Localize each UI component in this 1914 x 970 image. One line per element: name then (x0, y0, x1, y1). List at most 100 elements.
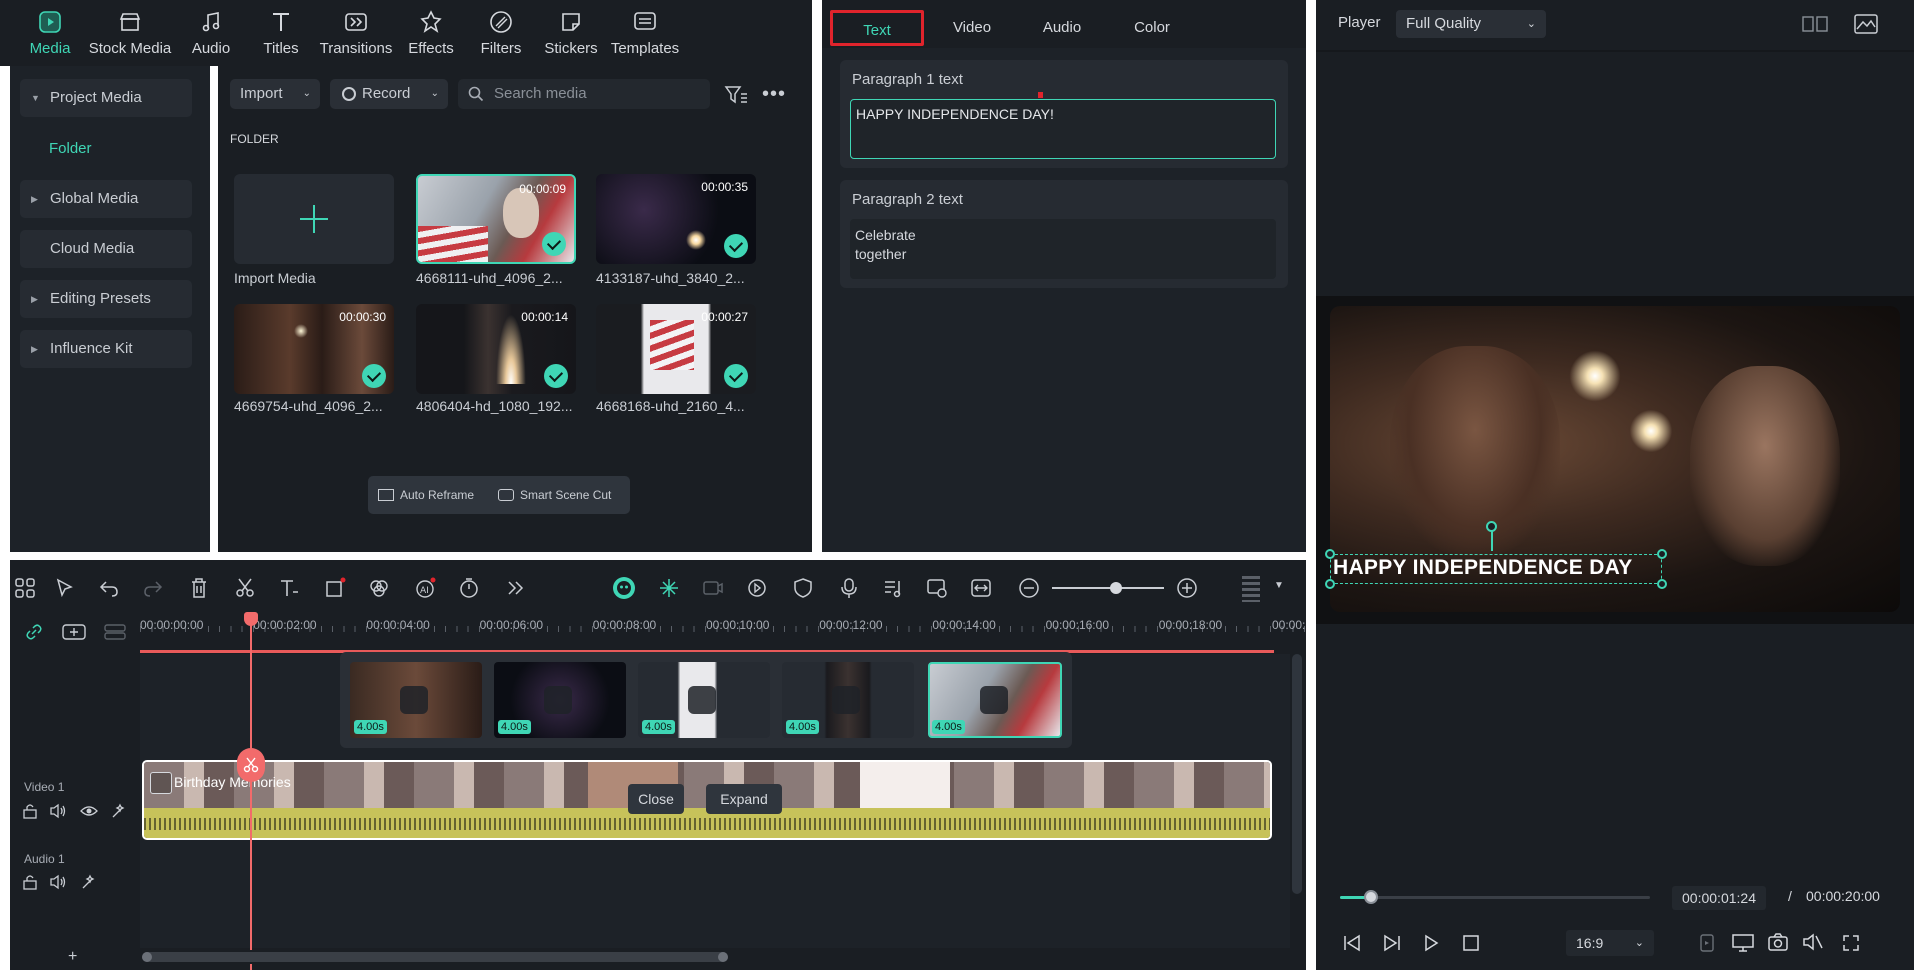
compare-view-icon[interactable] (1802, 14, 1828, 34)
tab-text[interactable]: Text (830, 10, 924, 46)
split-scissors-icon[interactable] (234, 577, 256, 599)
lock-track-icon[interactable] (22, 874, 38, 890)
media-thumbnail[interactable]: 00:00:35 (596, 174, 756, 264)
crop-shape-icon[interactable] (324, 577, 346, 599)
media-thumbnail[interactable]: 00:00:14 (416, 304, 576, 394)
delete-icon[interactable] (188, 577, 210, 599)
split-scissors-marker[interactable] (237, 748, 265, 782)
vertical-scrollbar[interactable] (1292, 654, 1302, 894)
auto-reframe-button[interactable]: Auto Reframe (378, 476, 474, 514)
playback-progress-track[interactable] (1340, 890, 1650, 904)
chevron-down-icon[interactable]: ▼ (1274, 580, 1284, 591)
media-thumbnail[interactable]: 00:00:30 (234, 304, 394, 394)
add-track-button[interactable]: + (68, 948, 77, 966)
preview-canvas[interactable]: HAPPY INDEPENDENCE DAY (1316, 296, 1914, 624)
sidebar-folder[interactable]: Folder (49, 140, 92, 157)
resize-handle[interactable] (1325, 579, 1335, 589)
resize-handle[interactable] (1657, 579, 1667, 589)
link-icon[interactable] (24, 622, 44, 642)
expand-button[interactable]: Expand (706, 784, 782, 814)
play-icon[interactable] (1422, 934, 1440, 952)
track-volume-icon[interactable] (50, 874, 66, 890)
search-media-box[interactable]: Search media (458, 79, 710, 109)
edit-pencil-icon[interactable] (980, 686, 1008, 714)
nav-audio[interactable]: Audio (176, 6, 246, 62)
layout-grid-icon[interactable] (14, 577, 36, 599)
popup-clip[interactable]: 4.00s (638, 662, 770, 738)
previous-frame-icon[interactable] (1342, 934, 1362, 952)
edit-pencil-icon[interactable] (832, 686, 860, 714)
resize-handle[interactable] (1657, 549, 1667, 559)
edit-pencil-icon[interactable] (400, 686, 428, 714)
track-manager-icon[interactable] (104, 624, 126, 640)
lock-track-icon[interactable] (22, 803, 38, 819)
render-preview-icon[interactable] (926, 577, 948, 599)
add-track-icon[interactable] (62, 624, 86, 640)
nav-media[interactable]: Media (8, 6, 92, 62)
redo-icon[interactable] (142, 577, 164, 599)
fullscreen-icon[interactable] (1842, 934, 1860, 952)
nav-filters[interactable]: Filters (468, 6, 534, 62)
fit-timeline-icon[interactable] (970, 577, 992, 599)
zoom-slider-knob[interactable] (1110, 582, 1122, 594)
sidebar-influence-kit[interactable]: ▶ Influence Kit (20, 330, 192, 368)
media-thumbnail[interactable]: 00:00:09 (416, 174, 576, 264)
nav-stock-media[interactable]: Stock Media (88, 6, 172, 62)
text-tool-icon[interactable] (278, 577, 300, 599)
microphone-icon[interactable] (838, 577, 860, 599)
magnetic-snap-icon[interactable] (658, 577, 680, 599)
search-input[interactable]: Search media (494, 85, 587, 102)
horizontal-scrollbar-thumb[interactable] (142, 952, 728, 962)
track-magic-icon[interactable] (110, 803, 126, 819)
safe-zone-icon[interactable] (1698, 934, 1716, 952)
zoom-slider-track[interactable] (1052, 587, 1164, 589)
next-frame-icon[interactable] (1382, 934, 1402, 952)
track-visibility-eye-icon[interactable] (80, 803, 98, 819)
close-button[interactable]: Close (628, 784, 684, 814)
zoom-out-icon[interactable] (1018, 577, 1040, 599)
sidebar-global-media[interactable]: ▶ Global Media (20, 180, 192, 218)
import-button[interactable]: Import ⌄ (230, 79, 320, 109)
popup-clip[interactable]: 4.00s (494, 662, 626, 738)
color-blend-icon[interactable] (368, 577, 390, 599)
tab-color[interactable]: Color (1112, 10, 1192, 46)
quality-select[interactable]: Full Quality ⌄ (1396, 10, 1546, 38)
nav-templates[interactable]: Templates (606, 6, 684, 62)
popup-clip-selected[interactable]: 4.00s (928, 662, 1062, 738)
popup-clip[interactable]: 4.00s (782, 662, 914, 738)
playback-loop-icon[interactable] (746, 577, 768, 599)
filter-sort-icon[interactable] (724, 84, 748, 106)
more-options-icon[interactable]: ••• (762, 83, 786, 106)
tab-video[interactable]: Video (932, 10, 1012, 46)
undo-icon[interactable] (98, 577, 120, 599)
speed-timer-icon[interactable] (458, 577, 480, 599)
display-monitor-icon[interactable] (1732, 934, 1754, 952)
edit-pencil-icon[interactable] (544, 686, 572, 714)
mute-volume-icon[interactable] (1802, 933, 1824, 951)
more-tools-icon[interactable] (504, 577, 526, 599)
import-media-tile[interactable] (234, 174, 394, 264)
current-time[interactable]: 00:00:01:24 (1672, 886, 1766, 910)
layout-settings-icon[interactable] (1242, 576, 1260, 602)
playhead-knob[interactable] (1364, 890, 1378, 904)
sidebar-project-media[interactable]: ▼ Project Media (20, 79, 192, 117)
snapshot-image-icon[interactable] (1854, 13, 1878, 35)
popup-clip[interactable]: 4.00s (350, 662, 482, 738)
nav-stickers[interactable]: Stickers (536, 6, 606, 62)
timeline-playhead[interactable] (250, 614, 252, 970)
edit-pencil-icon[interactable] (688, 686, 716, 714)
ai-tool-icon[interactable]: AI (414, 577, 436, 599)
text-selection-box[interactable]: HAPPY INDEPENDENCE DAY (1325, 521, 1667, 589)
paragraph-2-input[interactable]: Celebrate together (850, 219, 1276, 279)
sidebar-editing-presets[interactable]: ▶ Editing Presets (20, 280, 192, 318)
track-magic-icon[interactable] (80, 874, 96, 890)
smart-scene-cut-button[interactable]: Smart Scene Cut (498, 476, 611, 514)
record-button[interactable]: Record ⌄ (330, 79, 448, 109)
shield-mask-icon[interactable] (792, 577, 814, 599)
audio-mixer-icon[interactable] (882, 577, 904, 599)
auto-ripple-icon[interactable] (702, 577, 724, 599)
select-pointer-icon[interactable] (54, 577, 76, 599)
sidebar-cloud-media[interactable]: Cloud Media (20, 230, 192, 268)
paragraph-1-input[interactable]: HAPPY INDEPENDENCE DAY! (850, 99, 1276, 159)
camera-snapshot-icon[interactable] (1768, 933, 1788, 951)
